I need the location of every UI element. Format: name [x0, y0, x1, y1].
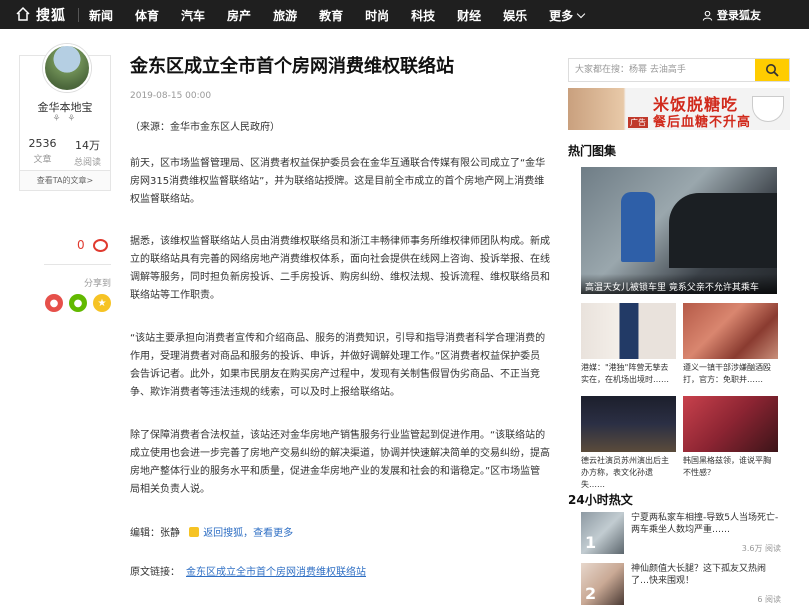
- nav-more[interactable]: 更多: [549, 7, 584, 24]
- hot-image-caption: 高温天女儿被锁车里 竟系父亲不允许其乘车: [581, 274, 777, 294]
- comment-count: 0: [77, 238, 85, 252]
- article-title: 金东区成立全市首个房网消费维权联络站: [130, 56, 454, 77]
- qzone-share-icon[interactable]: ★: [93, 294, 111, 312]
- author-stats: 2536 文章 14万 总阅读: [20, 137, 110, 168]
- search-button[interactable]: [755, 59, 789, 81]
- nav-finance[interactable]: 财经: [457, 7, 481, 24]
- search-icon: [766, 64, 779, 77]
- wechat-share-icon[interactable]: ●: [69, 294, 87, 312]
- top-navigation-bar: 搜狐 新闻 体育 汽车 房产 旅游 教育 时尚 科技 财经 娱乐 更多 登录狐友: [0, 0, 809, 29]
- nav-education[interactable]: 教育: [319, 7, 343, 24]
- comment-icon: [92, 238, 108, 252]
- hot24-title: 24小时热文: [568, 493, 633, 507]
- article-paragraph-4: 除了保障消费者合法权益，该站还对金华房地产销售服务行业监管起到促进作用。“该联络…: [130, 430, 550, 495]
- hot-image-featured[interactable]: 高温天女儿被锁车里 竟系父亲不允许其乘车: [581, 167, 777, 294]
- ad-subline: 餐后血糖不升高: [653, 115, 752, 130]
- hot24-item-reads: 3.6万 阅读: [741, 544, 781, 553]
- articles-stat: 2536 文章: [20, 137, 65, 168]
- article-date: 2019-08-15 00:00: [130, 91, 212, 101]
- author-avatar[interactable]: [43, 44, 91, 92]
- author-name[interactable]: 金华本地宝: [20, 99, 110, 115]
- hot-image-item[interactable]: 德云社演员苏州演出后主办方称，表文化孙遗失……: [581, 396, 676, 491]
- hot-image-item[interactable]: 遵义一镇干部涉嫌酗酒殴打，官方：免职并……: [683, 303, 778, 386]
- sohu-logo[interactable]: 搜狐: [36, 5, 66, 25]
- logo-divider: [78, 8, 79, 22]
- author-card: 金华本地宝 ⚘ ⚘ 2536 文章 14万 总阅读 查看TA的文章>: [19, 44, 111, 191]
- articles-label: 文章: [33, 155, 52, 165]
- officer-image: [621, 192, 655, 262]
- author-badges: ⚘ ⚘: [52, 114, 78, 124]
- article: 金东区成立全市首个房网消费维权联络站 2019-08-15 00:00 （来源：…: [130, 55, 550, 578]
- rank-number: 1: [585, 533, 597, 552]
- article-editor: 编辑：张静 返回搜狐，查看更多: [130, 524, 293, 539]
- nav-travel[interactable]: 旅游: [273, 7, 297, 24]
- nav-fashion[interactable]: 时尚: [365, 7, 389, 24]
- search-input[interactable]: 大家都在搜：杨幂 去油高手: [569, 59, 755, 81]
- hot-image-item-caption: 韩国黑格兹领，谁说平胸不性感？: [683, 456, 771, 477]
- article-source: （来源：金华市金东区人民政府）: [130, 122, 280, 133]
- reads-count: 14万: [75, 139, 100, 152]
- editor-name: 张静: [160, 528, 180, 539]
- share-label: 分享到: [84, 279, 112, 289]
- nav-news[interactable]: 新闻: [89, 7, 113, 24]
- thumbnail: 1: [581, 512, 624, 554]
- nav-tech[interactable]: 科技: [411, 7, 435, 24]
- reads-label: 总阅读: [73, 158, 101, 168]
- editor-label: 编辑：: [130, 528, 160, 539]
- share-divider: [44, 264, 111, 265]
- article-paragraph-2: 据悉，该维权监督联络站人员由消费维权联络员和浙江丰畅律师事务所维权律师团队构成。…: [130, 236, 550, 301]
- rice-bowl-image: [752, 96, 784, 122]
- thumbnail: [581, 396, 676, 452]
- article-paragraph-1: 前天，区市场监督管理局、区消费者权益保护委员会在金华互通联合传媒有限公司成立了“…: [130, 158, 546, 205]
- comment-button[interactable]: 0: [77, 238, 108, 252]
- reads-stat: 14万 总阅读: [65, 137, 110, 168]
- thumbnail: 2: [581, 563, 624, 605]
- article-paragraph-3: “该站主要承担向消费者宣传和介绍商品、服务的消费知识，引导和指导消费者科学合理消…: [130, 333, 546, 398]
- share-icons: ● ● ★: [45, 294, 117, 312]
- hot-image-item-caption: 遵义一镇干部涉嫌酗酒殴打，官方：免职并……: [683, 363, 771, 384]
- hot24-item[interactable]: 2 神仙颜值大长腿？这下孤友又热闹了…快来围观！ 6 阅读: [581, 563, 781, 605]
- ad-tag: 广告: [628, 117, 648, 128]
- origin-label: 原文链接：: [130, 567, 180, 578]
- nav-entertainment[interactable]: 娱乐: [503, 7, 527, 24]
- hot-image-item-caption: 港媒："港独"阵营无孳去实在，在机场出境时……: [581, 363, 669, 384]
- nav-sports[interactable]: 体育: [135, 7, 159, 24]
- car-image: [669, 193, 777, 268]
- view-author-articles-link[interactable]: 查看TA的文章>: [20, 170, 110, 190]
- articles-count: 2536: [28, 137, 57, 150]
- login-button[interactable]: 登录狐友: [702, 7, 761, 23]
- hot24-item-title: 神仙颜值大长腿？这下孤友又热闹了…快来围观！: [631, 564, 767, 586]
- thumbnail: [683, 303, 778, 359]
- original-article-link[interactable]: 金东区成立全市首个房网消费维权联络站: [186, 567, 366, 578]
- hot-images-title: 热门图集: [568, 144, 617, 158]
- home-icon[interactable]: [15, 6, 31, 22]
- nav-auto[interactable]: 汽车: [181, 7, 205, 24]
- nav-house[interactable]: 房产: [227, 7, 251, 24]
- hot24-item-title: 宁夏两私家车相撞-导致5人当场死亡-两车乘坐人数均严重……: [631, 513, 779, 535]
- user-icon: [702, 10, 713, 21]
- ad-banner[interactable]: 米饭脱糖吃 餐后血糖不升高 广告: [568, 88, 790, 130]
- hot24-item[interactable]: 1 宁夏两私家车相撞-导致5人当场死亡-两车乘坐人数均严重…… 3.6万 阅读: [581, 512, 781, 554]
- thumbnail: [581, 303, 676, 359]
- rank-number: 2: [585, 584, 597, 603]
- login-label: 登录狐友: [717, 9, 761, 22]
- thumbnail: [683, 396, 778, 452]
- hot-image-item[interactable]: 港媒："港独"阵营无孳去实在，在机场出境时……: [581, 303, 676, 386]
- hot-image-item-caption: 德云社演员苏州演出后主办方称，表文化孙遗失……: [581, 456, 669, 489]
- search-box: 大家都在搜：杨幂 去油高手: [568, 58, 790, 82]
- original-link-row: 原文链接： 金东区成立全市首个房网消费维权联络站: [130, 563, 366, 578]
- channel-nav: 新闻 体育 汽车 房产 旅游 教育 时尚 科技 财经 娱乐 更多: [89, 7, 606, 24]
- back-to-sohu-link[interactable]: 返回搜狐，查看更多: [189, 528, 293, 539]
- weibo-share-icon[interactable]: ●: [45, 294, 63, 312]
- hot-image-item[interactable]: 韩国黑格兹领，谁说平胸不性感？: [683, 396, 778, 479]
